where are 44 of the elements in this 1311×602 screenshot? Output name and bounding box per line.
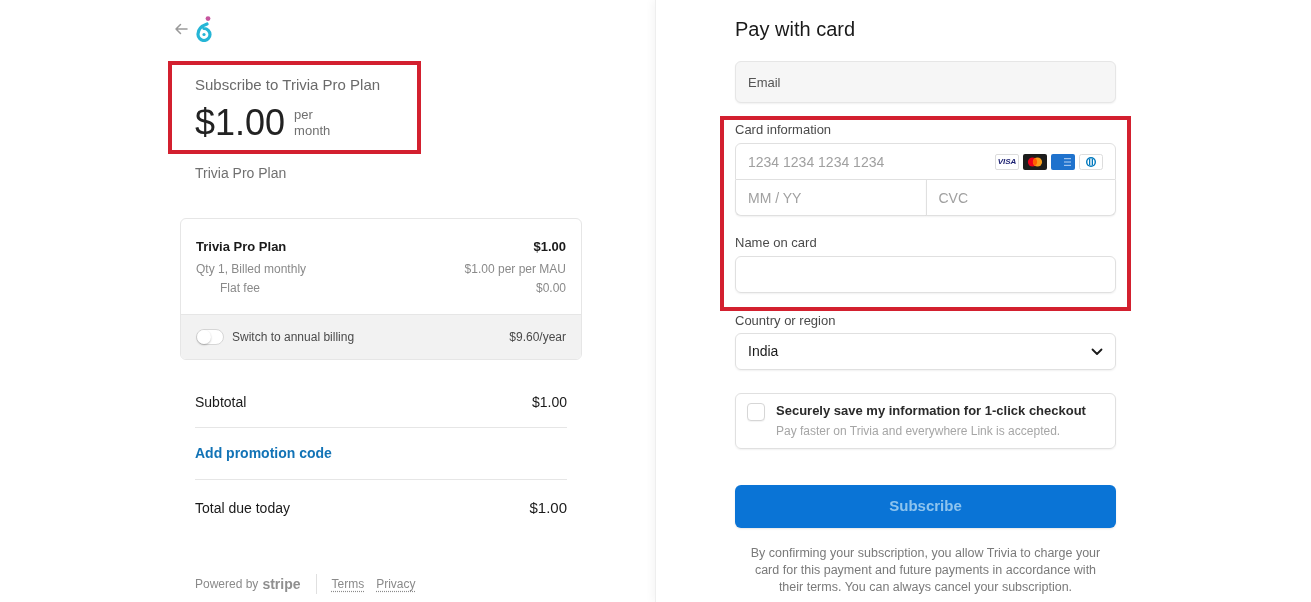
striped-card-icon (1051, 153, 1075, 170)
billing-period: per month (294, 107, 331, 139)
detail-value: $0.00 (535, 280, 566, 296)
footer-link[interactable]: Terms (331, 574, 365, 594)
name-on-card-label: Name on card (735, 235, 818, 251)
footer-link[interactable]: Privacy (376, 574, 416, 594)
detail-label: Flat fee (219, 280, 261, 296)
circle-logo-icon (1079, 153, 1103, 170)
card-number-input[interactable]: 1234 1234 1234 1234 (736, 144, 995, 179)
country-label: Country or region (735, 313, 837, 329)
annual-price: $9.60/year (509, 329, 566, 346)
promotion-code-link[interactable]: Add promotion code (195, 445, 332, 461)
country-select[interactable]: India (735, 333, 1116, 370)
visa-logo: VISA (995, 153, 1019, 170)
total-value: $1.00 (529, 498, 567, 518)
total-label: Total due today (195, 499, 290, 518)
save-info-title: Securely save my information for 1-click checkout (776, 402, 1086, 420)
save-info-subtitle: Pay faster on Trivia and everywhere Link is accepted. (776, 423, 1062, 439)
expiry-field[interactable]: MM / YY (735, 180, 926, 216)
name-on-card-field[interactable] (735, 256, 1116, 293)
line-item-price: $1.00 (533, 239, 566, 255)
app-logo-icon (195, 16, 213, 42)
legal-notice: By confirming your subscription, you allow Trivia to charge your card for this payment and future payments in accordance with their terms. You can always cancel your subscription. (749, 545, 1102, 596)
save-info-checkbox[interactable] (747, 403, 765, 421)
plan-price: $1.00 (195, 101, 286, 145)
card-number-field[interactable]: 1234 1234 1234 1234 VISA (735, 143, 1116, 180)
plan-title: Subscribe to Trivia Pro Plan (195, 75, 382, 95)
overlapping-circles-icon (1023, 153, 1047, 170)
cvc-field[interactable]: CVC (925, 180, 1116, 216)
email-field[interactable]: Email (735, 61, 1116, 103)
chevron-down-icon (1091, 347, 1103, 356)
annual-billing-toggle[interactable] (196, 329, 224, 345)
annual-billing-label: Switch to annual billing (232, 329, 355, 346)
subtotal-label: Subtotal (195, 393, 247, 412)
payment-title: Pay with card (735, 17, 857, 41)
detail-label: Qty 1, Billed monthly (196, 261, 307, 277)
card-information-label: Card information (735, 122, 833, 138)
stripe-wordmark: stripe (262, 575, 301, 594)
powered-by-text: Powered by (195, 576, 259, 593)
subtotal-value: $1.00 (531, 393, 567, 412)
line-item-name: Trivia Pro Plan (196, 239, 287, 255)
detail-value: $1.00 per per MAU (464, 261, 566, 277)
back-arrow-icon[interactable] (174, 23, 188, 35)
product-name: Trivia Pro Plan (195, 164, 288, 183)
